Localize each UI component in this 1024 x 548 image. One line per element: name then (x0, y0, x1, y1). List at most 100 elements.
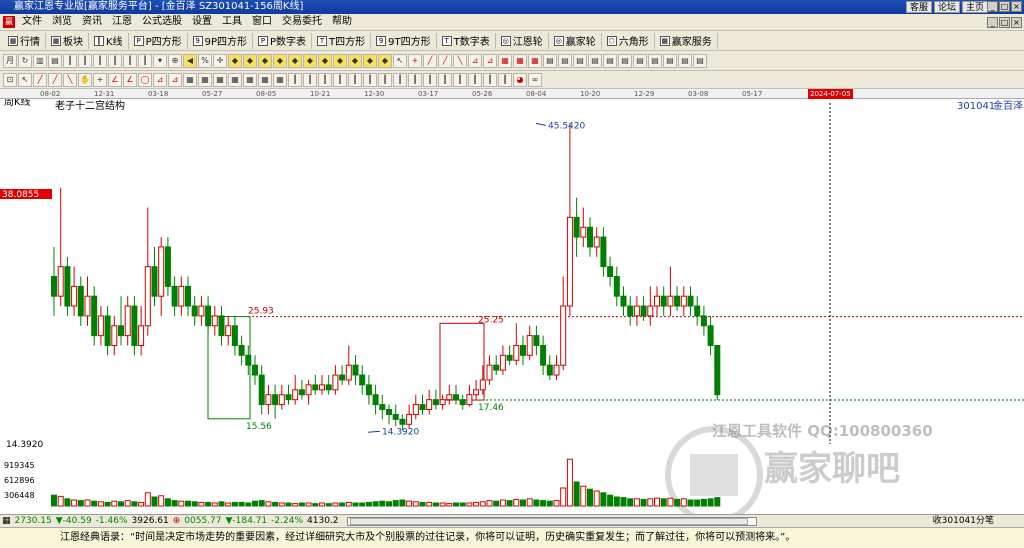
crosshair-icon[interactable]: + (93, 72, 107, 87)
bars-icon[interactable]: ┃ (408, 72, 422, 87)
bars-icon[interactable]: ┃ (423, 72, 437, 87)
diamond-icon[interactable]: ◆ (228, 53, 242, 68)
child-close-button[interactable]: × (1011, 17, 1022, 28)
diamond-icon[interactable]: ◆ (273, 53, 287, 68)
t-number-table-button[interactable]: T T数字表 (437, 32, 496, 49)
hand-icon[interactable]: ✋ (78, 72, 92, 87)
table-icon[interactable]: ▦ (273, 72, 287, 87)
minimize-button[interactable]: _ (987, 1, 998, 12)
menu-trade[interactable]: 交易委托 (277, 14, 327, 30)
grid-tool-icon[interactable]: ▤ (573, 53, 587, 68)
diamond-icon[interactable]: ◆ (363, 53, 377, 68)
chart-scrollbar[interactable] (346, 516, 757, 526)
table-icon[interactable]: ▦ (258, 72, 272, 87)
bars-icon[interactable]: ┃ (348, 72, 362, 87)
bars-icon[interactable]: ┃ (288, 72, 302, 87)
refresh-icon[interactable]: ↻ (18, 53, 32, 68)
chart-icon[interactable]: ▤ (48, 53, 62, 68)
menu-gann[interactable]: 江恩 (107, 14, 137, 30)
zoom-icon[interactable]: ⊕ (168, 53, 182, 68)
candle-icon[interactable]: ┃ (63, 53, 77, 68)
hexagon-button[interactable]: ⬡ 六角形 (602, 32, 655, 49)
line-tool-icon[interactable]: ╱ (438, 53, 452, 68)
fan-icon[interactable]: ⊿ (153, 72, 167, 87)
circle-icon[interactable]: ◯ (138, 72, 152, 87)
arrow-left-icon[interactable]: ◀ (183, 53, 197, 68)
fan-icon[interactable]: ⊿ (168, 72, 182, 87)
diamond-icon[interactable]: ◆ (288, 53, 302, 68)
table-icon[interactable]: ▦ (243, 72, 257, 87)
candle-icon[interactable]: ┃ (93, 53, 107, 68)
diamond-icon[interactable]: ◆ (378, 53, 392, 68)
candlestick-chart[interactable]: 周K线 老子十二宫结构 301041 金百泽 25.93 17.46 25.25 15… (0, 99, 1024, 514)
forum-link[interactable]: 论坛 (933, 1, 960, 13)
child-restore-button[interactable]: □ (999, 17, 1010, 28)
quotes-button[interactable]: ▦ 行情 (3, 32, 46, 49)
menu-info[interactable]: 资讯 (77, 14, 107, 30)
grid-tool-icon[interactable]: ▤ (678, 53, 692, 68)
bars-icon[interactable]: ┃ (378, 72, 392, 87)
chart-icon[interactable]: ▥ (33, 53, 47, 68)
bars-icon[interactable]: ┃ (498, 72, 512, 87)
diamond-icon[interactable]: ◆ (258, 53, 272, 68)
home-link[interactable]: 主页 (961, 1, 988, 13)
bars-icon[interactable]: ┃ (303, 72, 317, 87)
table-icon[interactable]: ▦ (213, 72, 227, 87)
9t-square-button[interactable]: 9 9T四方形 (371, 32, 437, 49)
grid-tool-icon[interactable]: ▤ (648, 53, 662, 68)
p-number-table-button[interactable]: P P数字表 (253, 32, 313, 49)
grid-tool-icon[interactable]: ▦ (513, 53, 527, 68)
grid-tool-icon[interactable]: ▤ (603, 53, 617, 68)
menu-file[interactable]: 文件 (17, 14, 47, 30)
candle-icon[interactable]: ┃ (108, 53, 122, 68)
table-icon[interactable]: ▦ (228, 72, 242, 87)
gann-wheel-button[interactable]: ◎ 江恩轮 (496, 32, 549, 49)
fan-tool-icon[interactable]: ⊿ (468, 53, 482, 68)
bars-icon[interactable]: ┃ (438, 72, 452, 87)
crosshair-icon[interactable]: ✛ (213, 53, 227, 68)
maximize-button[interactable]: □ (999, 1, 1010, 12)
bars-icon[interactable]: ┃ (333, 72, 347, 87)
close-button[interactable]: × (1011, 1, 1022, 12)
angle-icon[interactable]: ∠ (108, 72, 122, 87)
grid-tool-icon[interactable]: ▤ (633, 53, 647, 68)
pointer-icon[interactable]: ↖ (18, 72, 32, 87)
kline-button[interactable]: ┃ K线 (89, 32, 129, 49)
menu-help[interactable]: 帮助 (327, 14, 357, 30)
menu-browse[interactable]: 浏览 (47, 14, 77, 30)
winner-service-button[interactable]: ▦ 赢家服务 (655, 32, 718, 49)
bars-icon[interactable]: ┃ (393, 72, 407, 87)
menu-window[interactable]: 窗口 (247, 14, 277, 30)
p-square-button[interactable]: P P四方形 (129, 32, 188, 49)
candle-icon[interactable]: ┃ (138, 53, 152, 68)
percent-icon[interactable]: % (198, 53, 212, 68)
candle-icon[interactable]: ┃ (78, 53, 92, 68)
winner-wheel-button[interactable]: ◎ 赢家轮 (549, 32, 602, 49)
draw-icon[interactable]: ╱ (33, 72, 47, 87)
lock-icon[interactable]: ⊡ (3, 72, 17, 87)
month-period-button[interactable]: 月 (3, 53, 17, 68)
dropdown-icon[interactable]: ▾ (153, 53, 167, 68)
table-icon[interactable]: ▦ (183, 72, 197, 87)
bars-icon[interactable]: ┃ (453, 72, 467, 87)
sz-index-segment[interactable]: ⊕ 0055.77 ▼-184.71 -2.24% 4130.2 (173, 515, 339, 527)
bars-icon[interactable]: ┃ (483, 72, 497, 87)
sh-index-segment[interactable]: ▦ 2730.15 ▼-40.59 -1.46% 3926.61 (2, 515, 169, 527)
grid-tool-icon[interactable]: ▦ (528, 53, 542, 68)
draw-icon[interactable]: ╲ (63, 72, 77, 87)
menu-formula[interactable]: 公式选股 (137, 14, 187, 30)
diamond-icon[interactable]: ◆ (348, 53, 362, 68)
candle-icon[interactable]: ┃ (123, 53, 137, 68)
draw-icon[interactable]: ╱ (48, 72, 62, 87)
t-square-button[interactable]: T T四方形 (312, 32, 372, 49)
9p-square-button[interactable]: 9 9P四方形 (188, 32, 253, 49)
grid-tool-icon[interactable]: ▤ (588, 53, 602, 68)
menu-settings[interactable]: 设置 (187, 14, 217, 30)
grid-tool-icon[interactable]: ▦ (498, 53, 512, 68)
table-icon[interactable]: ▦ (198, 72, 212, 87)
service-link[interactable]: 客服 (905, 1, 932, 13)
link-icon[interactable]: ∞ (528, 72, 542, 87)
bars-icon[interactable]: ┃ (363, 72, 377, 87)
grid-tool-icon[interactable]: ▤ (618, 53, 632, 68)
grid-tool-icon[interactable]: ▤ (693, 53, 707, 68)
